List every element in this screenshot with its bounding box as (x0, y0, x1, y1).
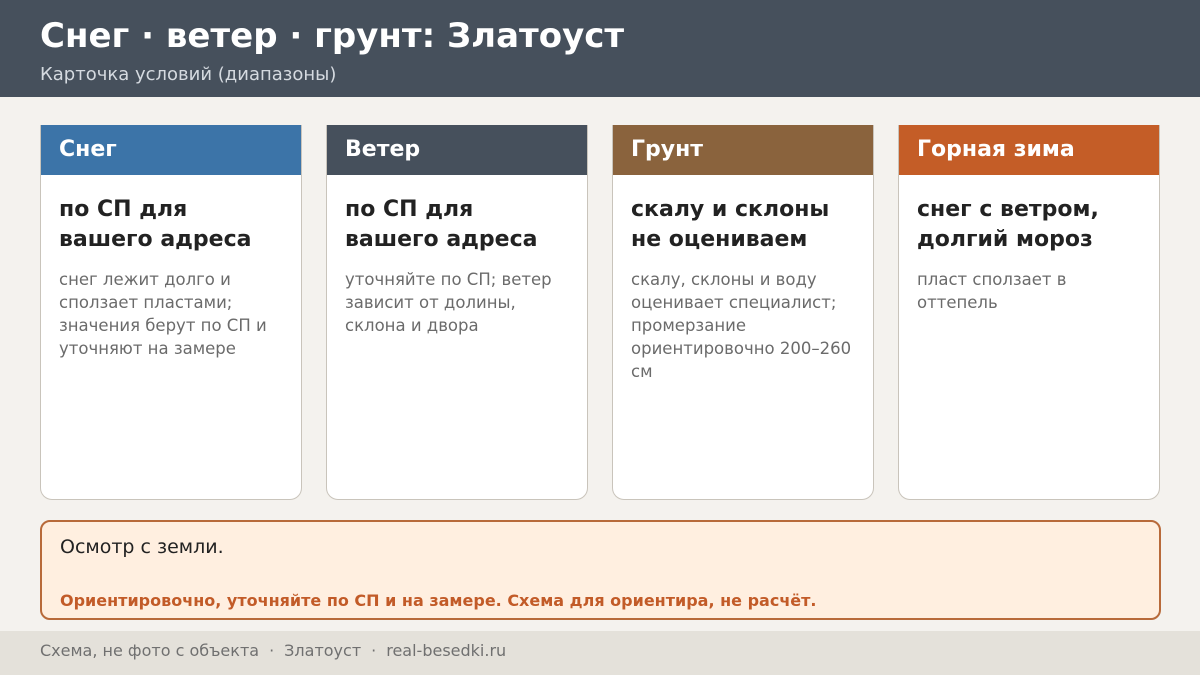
card-description: уточняйте по СП; ветер зависит от долины… (345, 270, 552, 335)
card-soil: Грунт скалу и склоны не оцениваем скалу,… (612, 125, 874, 500)
card-snow: Снег по СП для вашего адреса снег лежит … (40, 125, 302, 500)
footer: Схема, не фото с объекта · Златоуст · real-b… (0, 631, 1200, 675)
disclaimer-text: Ориентировочно, уточняйте по СП и на зам… (60, 591, 817, 610)
card-main-value: снег с ветром, долгий мороз (917, 197, 1099, 252)
card-description: скалу, склоны и воду оценивает специалис… (631, 270, 852, 381)
card-main-value: по СП для вашего адреса (59, 197, 252, 252)
footer-separator: · (269, 641, 275, 660)
card-wind: Ветер по СП для вашего адреса уточняйте … (326, 125, 588, 500)
footer-text: Схема, не фото с объекта · Златоуст · real-b… (40, 640, 506, 662)
card-mountain-winter: Горная зима снег с ветром, долгий мороз … (898, 125, 1160, 500)
footer-caption: Схема, не фото с объекта (40, 641, 260, 660)
footer-city: Златоуст (284, 641, 362, 660)
page-subtitle: Карточка условий (диапазоны) (40, 64, 337, 85)
header-banner: Снег · ветер · грунт: Златоуст Карточка … (0, 0, 1200, 97)
note-text: Осмотр с земли. (60, 536, 224, 558)
footer-separator: · (371, 641, 377, 660)
card-main-value: по СП для вашего адреса (345, 197, 538, 252)
card-header: Грунт (613, 125, 873, 175)
footer-site-link[interactable]: real-besedki.ru (386, 641, 506, 660)
card-description: снег лежит долго и сползает пластами; зн… (59, 270, 267, 358)
card-header: Снег (41, 125, 301, 175)
card-header: Ветер (327, 125, 587, 175)
card-header: Горная зима (899, 125, 1159, 175)
card-description: пласт сползает в оттепель (917, 270, 1067, 312)
note-box: Осмотр с земли. Ориентировочно, уточняйт… (40, 520, 1161, 620)
card-main-value: скалу и склоны не оцениваем (631, 197, 830, 252)
page-title: Снег · ветер · грунт: Златоуст (40, 16, 625, 56)
